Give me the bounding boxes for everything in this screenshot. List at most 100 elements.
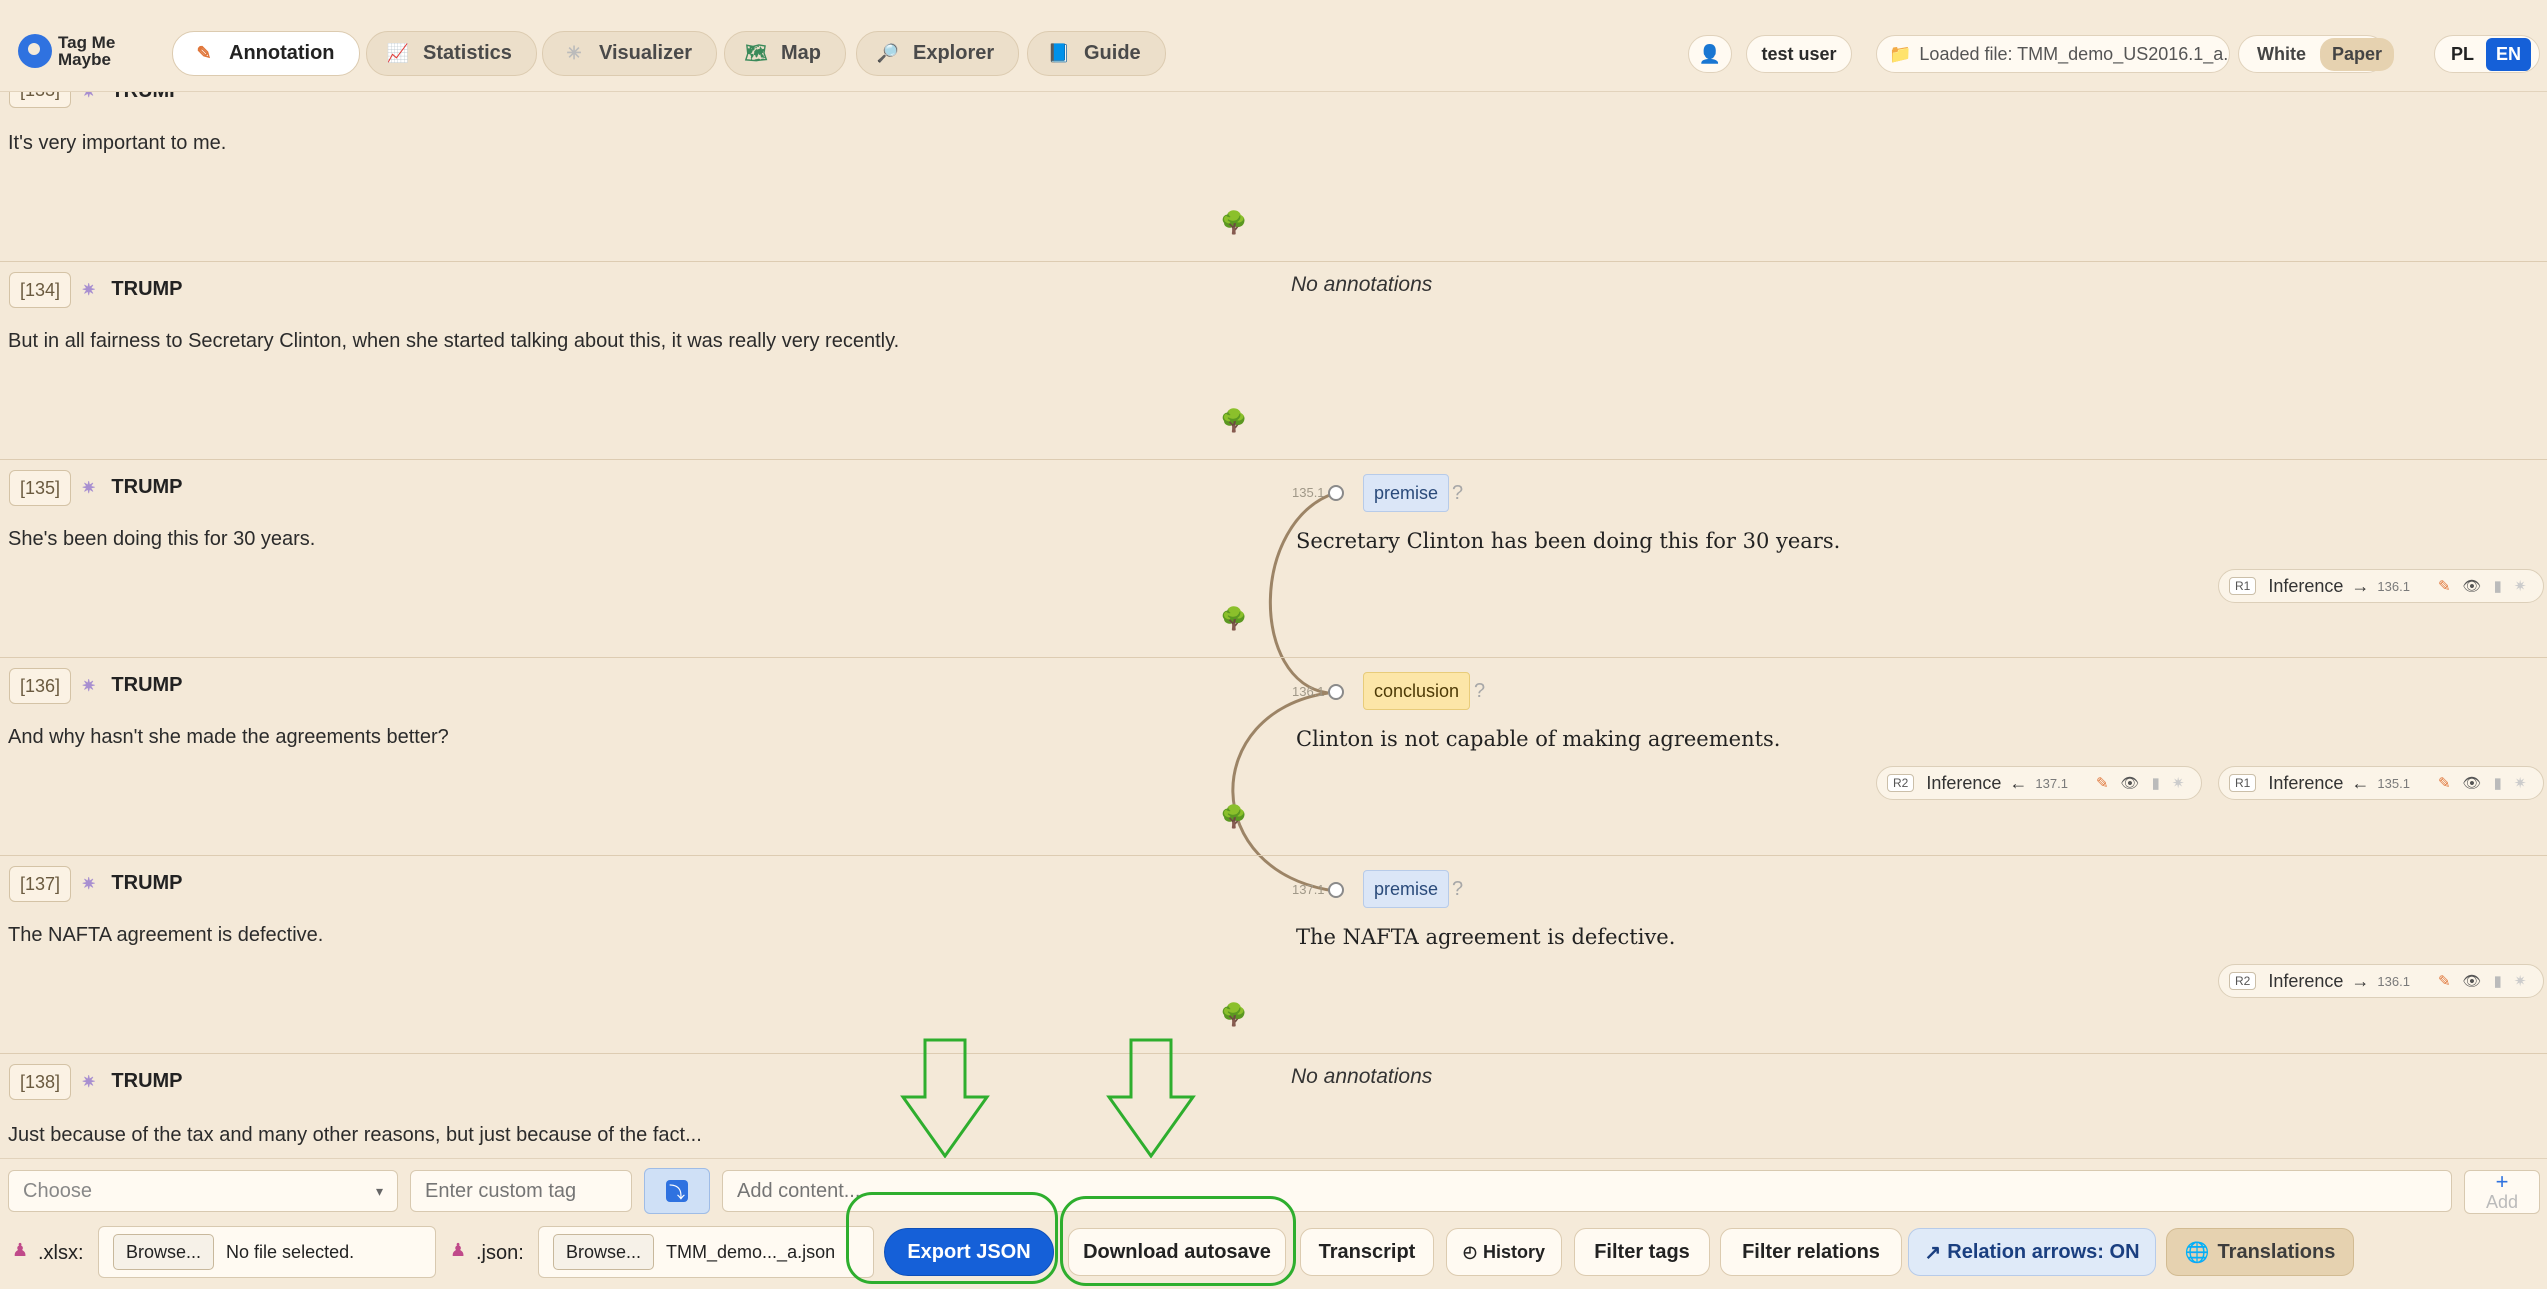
custom-tag-input[interactable]	[410, 1170, 632, 1212]
history-button[interactable]: ◴ History	[1446, 1228, 1562, 1276]
top-navigation-bar: Tag Me Maybe ✎ Annotation 📈 Statistics ✳…	[0, 0, 2547, 92]
relation-chip[interactable]: R2 Inference → 136.1 ✎ 👁 ▮ ✷	[2218, 964, 2544, 998]
tab-explorer[interactable]: 🔎 Explorer	[856, 31, 1020, 76]
transcript-button[interactable]: Transcript	[1300, 1228, 1434, 1276]
app-logo[interactable]: Tag Me Maybe	[18, 34, 128, 68]
swap-button[interactable]: ⤵	[644, 1168, 710, 1214]
proposition-text[interactable]: The NAFTA agreement is defective.	[1296, 925, 1675, 949]
tree-icon[interactable]: 🌳	[1220, 408, 1247, 434]
history-label: History	[1482, 1241, 1545, 1262]
relation-chip[interactable]: R2 Inference ← 137.1 ✎ 👁 ▮ ✷	[1876, 766, 2202, 800]
theme-white-button[interactable]: White	[2243, 38, 2320, 71]
theme-paper-button[interactable]: Paper	[2320, 37, 2395, 71]
eye-icon[interactable]: 👁	[2463, 577, 2482, 595]
node-handle[interactable]	[1328, 485, 1344, 501]
trash-icon[interactable]: ▮	[2494, 577, 2502, 595]
tab-annotation[interactable]: ✎ Annotation	[172, 31, 360, 76]
tab-visualizer[interactable]: ✳ Visualizer	[542, 31, 718, 76]
help-icon[interactable]: ?	[1474, 680, 1485, 703]
gear-icon[interactable]: ✷	[2172, 774, 2185, 792]
premise-tag[interactable]: premise	[1363, 474, 1450, 512]
gear-icon[interactable]: ✷	[82, 1072, 95, 1092]
logo-pin-icon	[18, 34, 52, 68]
json-file-picker[interactable]: Browse... TMM_demo..._a.json	[538, 1226, 874, 1278]
lang-pl-button[interactable]: PL	[2439, 38, 2486, 71]
gear-icon[interactable]: ✷	[82, 676, 95, 696]
sparkle-icon: ✳	[566, 43, 582, 63]
arrow-icon: ↗	[1924, 1241, 1942, 1264]
relation-arrows-toggle[interactable]: ↗ Relation arrows: ON	[1908, 1228, 2156, 1276]
pencil-icon[interactable]: ✎	[2096, 774, 2109, 792]
filter-relations-button[interactable]: Filter relations	[1720, 1228, 1902, 1276]
tree-icon[interactable]: 🌳	[1220, 606, 1247, 632]
gear-icon[interactable]: ✷	[82, 874, 95, 894]
user-avatar-button[interactable]: 👤	[1688, 35, 1732, 73]
tab-statistics[interactable]: 📈 Statistics	[366, 31, 537, 76]
gear-icon[interactable]: ✷	[82, 478, 95, 498]
trash-icon[interactable]: ▮	[2494, 774, 2502, 792]
relation-target: 135.1	[2377, 775, 2410, 791]
xlsx-browse-button[interactable]: Browse...	[113, 1234, 215, 1270]
conclusion-tag[interactable]: conclusion	[1363, 672, 1471, 710]
json-label: .json:	[476, 1242, 524, 1264]
relation-arc-r2	[1231, 691, 1336, 893]
relation-chip[interactable]: R1 Inference → 136.1 ✎ 👁 ▮ ✷	[2218, 569, 2544, 603]
relation-target: 136.1	[2377, 578, 2410, 594]
tree-icon[interactable]: 🌳	[1220, 804, 1247, 830]
language-switch: PL EN	[2434, 35, 2540, 73]
eye-icon[interactable]: 👁	[2121, 774, 2140, 792]
logo-text: Tag Me Maybe	[58, 33, 116, 69]
clock-icon: ◴	[1463, 1244, 1477, 1261]
utterance-text: Just because of the tax and many other r…	[8, 1124, 702, 1146]
user-name-pill[interactable]: test user	[1746, 35, 1852, 73]
gear-icon[interactable]: ✷	[82, 92, 95, 102]
row-divider	[0, 1053, 2547, 1054]
pencil-icon[interactable]: ✎	[2438, 577, 2451, 595]
row-divider	[0, 657, 2547, 658]
tab-map[interactable]: 🗺 Map	[724, 31, 846, 76]
user-icon: 👤	[1698, 43, 1722, 64]
pencil-icon[interactable]: ✎	[2438, 972, 2451, 990]
relation-type: Inference	[2268, 970, 2344, 991]
proposition-text[interactable]: Clinton is not capable of making agreeme…	[1296, 727, 1781, 751]
gear-icon[interactable]: ✷	[2514, 577, 2527, 595]
tree-icon[interactable]: 🌳	[1220, 210, 1247, 236]
pencil-icon[interactable]: ✎	[2438, 774, 2451, 792]
premise-tag[interactable]: premise	[1363, 870, 1450, 908]
add-button[interactable]: + Add	[2464, 1170, 2540, 1214]
row-number-badge: [138]	[9, 1064, 72, 1100]
gear-icon[interactable]: ✷	[82, 280, 95, 300]
filter-tags-button[interactable]: Filter tags	[1574, 1228, 1710, 1276]
relation-arrows-layer	[1231, 491, 1336, 893]
no-annotations-label: No annotations	[1291, 273, 1433, 296]
help-icon[interactable]: ?	[1452, 878, 1463, 901]
row-number-badge: [133]	[9, 92, 72, 108]
speaker-label: TRUMP	[111, 92, 182, 103]
loaded-file-pill[interactable]: 📁 Loaded file: TMM_demo_US2016.1_a.jso	[1876, 35, 2230, 73]
proposition-text[interactable]: Secretary Clinton has been doing this fo…	[1296, 529, 1840, 553]
utterance-text: It's very important to me.	[8, 132, 227, 154]
gear-icon[interactable]: ✷	[2514, 972, 2527, 990]
relation-arc-r1	[1268, 491, 1336, 695]
tab-guide[interactable]: 📘 Guide	[1027, 31, 1166, 76]
relation-chip[interactable]: R1 Inference ← 135.1 ✎ 👁 ▮ ✷	[2218, 766, 2544, 800]
person-icon: ♟	[450, 1240, 467, 1260]
eye-icon[interactable]: 👁	[2463, 972, 2482, 990]
swap-icon: ⤵	[666, 1180, 688, 1202]
tab-visualizer-label: Visualizer	[599, 42, 693, 64]
translations-button[interactable]: 🌐 Translations	[2166, 1228, 2354, 1276]
eye-icon[interactable]: 👁	[2463, 774, 2482, 792]
trash-icon[interactable]: ▮	[2152, 774, 2160, 792]
help-icon[interactable]: ?	[1452, 482, 1463, 505]
tree-icon[interactable]: 🌳	[1220, 1002, 1247, 1028]
speaker-label: TRUMP	[111, 872, 183, 894]
lang-en-button[interactable]: EN	[2486, 37, 2532, 71]
xlsx-file-picker[interactable]: Browse... No file selected.	[98, 1226, 436, 1278]
export-highlight-box	[846, 1192, 1058, 1284]
node-handle[interactable]	[1328, 882, 1344, 898]
trash-icon[interactable]: ▮	[2494, 972, 2502, 990]
node-handle[interactable]	[1328, 684, 1344, 700]
gear-icon[interactable]: ✷	[2514, 774, 2527, 792]
json-browse-button[interactable]: Browse...	[553, 1234, 655, 1270]
tag-choose-select[interactable]: Choose ▾	[8, 1170, 398, 1212]
